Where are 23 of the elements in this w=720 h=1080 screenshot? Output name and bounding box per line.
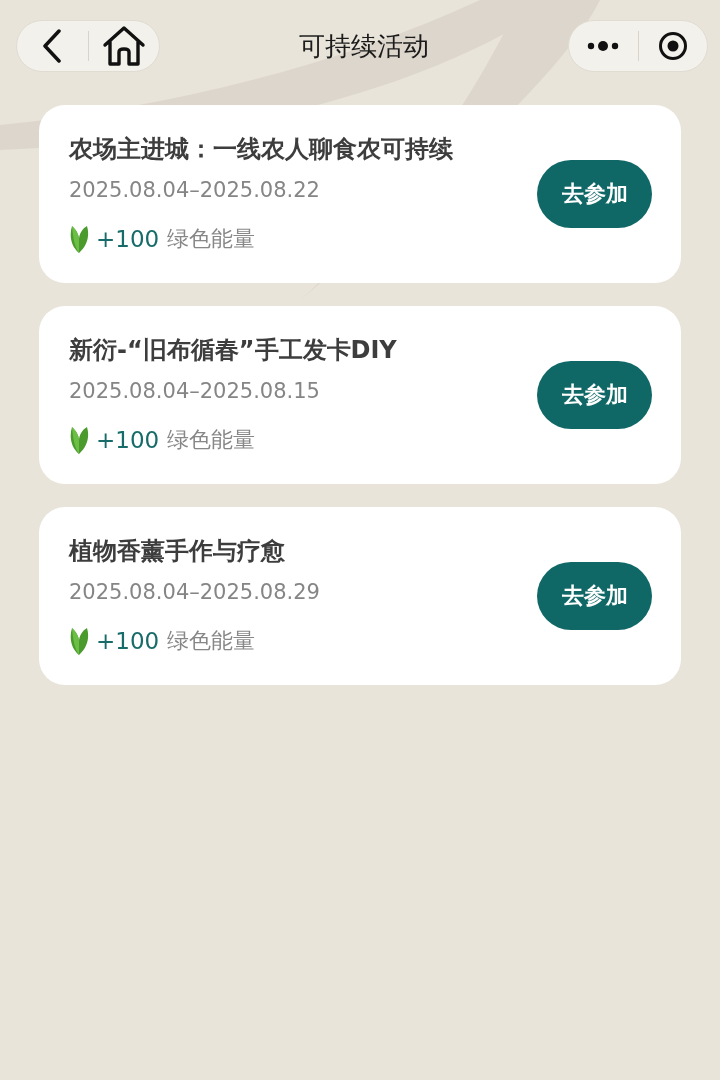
energy-points: +100 [96,226,160,252]
energy-label: 绿色能量 [167,426,256,454]
join-button[interactable]: 去参加 [537,562,652,630]
join-button[interactable]: 去参加 [537,361,652,429]
energy-points: +100 [96,427,160,453]
back-chevron-icon [41,29,64,63]
join-button[interactable]: 去参加 [537,160,652,228]
leaf-icon [69,224,89,254]
energy-points: +100 [96,628,160,654]
activity-title: 新衍-“旧布循春”手工发卡DIY [69,335,397,366]
home-icon [101,25,146,67]
activity-title: 农场主进城：一线农人聊食农可持续 [69,134,453,165]
energy-label: 绿色能量 [167,225,256,253]
activity-dates: 2025.08.04–2025.08.29 [69,579,320,606]
activity-title: 植物香薰手作与疗愈 [69,536,286,567]
leaf-icon [69,425,89,455]
page-title: 可持续活动 [298,29,430,63]
leaf-icon [69,626,89,656]
energy-label: 绿色能量 [167,627,256,655]
more-icon [587,40,620,52]
activity-dates: 2025.08.04–2025.08.15 [69,378,321,405]
target-circle-icon [657,31,688,61]
activity-dates: 2025.08.04–2025.08.22 [69,177,321,204]
